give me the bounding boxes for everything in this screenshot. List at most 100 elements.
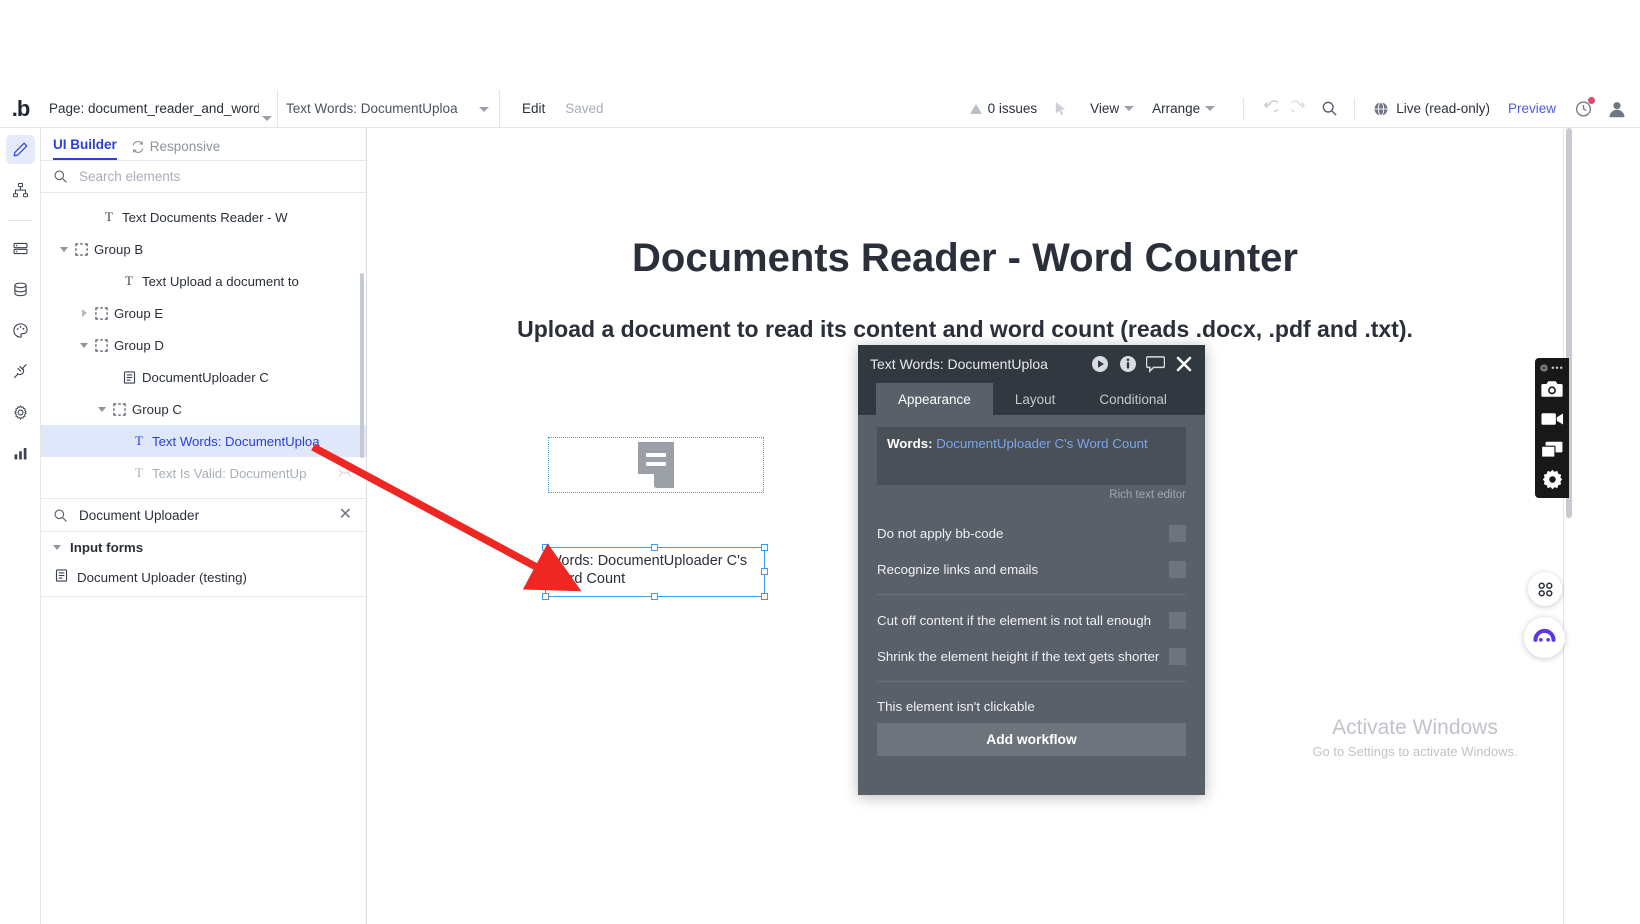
resize-handle-middle-left[interactable]: [542, 568, 549, 575]
info-icon[interactable]: [1118, 355, 1137, 374]
canvas-document-uploader[interactable]: [548, 437, 764, 493]
checkbox-cut-off-content[interactable]: [1169, 611, 1186, 629]
resize-handle-middle-right[interactable]: [761, 568, 768, 575]
undo-icon[interactable]: [1254, 94, 1284, 124]
chevron-down-icon: [1124, 106, 1135, 111]
tab-responsive[interactable]: Responsive: [131, 139, 220, 160]
checkbox-shrink-element-height[interactable]: [1169, 647, 1186, 665]
tree-item-text-words-documentuploader[interactable]: T Text Words: DocumentUploa: [41, 425, 366, 457]
tree-scrollbar[interactable]: [360, 273, 364, 458]
close-icon[interactable]: [1174, 355, 1193, 374]
chevron-down-icon[interactable]: [95, 406, 109, 412]
bubble-logo[interactable]: .b: [0, 90, 41, 128]
tree-item-text-upload-a-document[interactable]: T Text Upload a document to: [41, 265, 366, 297]
preview-button[interactable]: Preview: [1508, 101, 1556, 116]
canvas-vertical-scrollbar[interactable]: [1563, 128, 1573, 924]
issues-label: 0 issues: [987, 101, 1038, 116]
resize-handle-top-left[interactable]: [542, 544, 549, 551]
tree-item-text-is-valid[interactable]: T Text Is Valid: DocumentUp: [41, 457, 366, 489]
comment-icon[interactable]: [1146, 355, 1165, 374]
property-editor[interactable]: Text Words: DocumentUploa Appearance Lay…: [858, 345, 1205, 795]
tree-item-text-documents-reader[interactable]: T Text Documents Reader - W: [41, 201, 366, 233]
tree-item-group-b[interactable]: Group B: [41, 233, 366, 265]
text-element-icon: T: [135, 433, 143, 448]
rail-item-settings[interactable]: [6, 398, 35, 427]
tree-item-documentuploader-c[interactable]: DocumentUploader C: [41, 361, 366, 393]
window-capture-icon[interactable]: [1537, 434, 1567, 464]
canvas-selected-text-value: Words: DocumentUploader C's Word Count: [548, 553, 748, 587]
close-icon[interactable]: ✕: [337, 507, 354, 523]
palette-item-label: Document Uploader (testing): [77, 569, 247, 585]
globe-icon: [1374, 101, 1388, 116]
video-camera-icon[interactable]: [1537, 404, 1567, 434]
tab-ui-builder[interactable]: UI Builder: [53, 137, 117, 160]
palette-category-input-forms[interactable]: Input forms: [41, 532, 366, 562]
rail-item-styles[interactable]: [6, 316, 35, 345]
tab-appearance[interactable]: Appearance: [876, 383, 993, 415]
option-row-bb-code[interactable]: Do not apply bb-code: [877, 515, 1186, 551]
option-row-shrink-height[interactable]: Shrink the element height if the text ge…: [877, 638, 1186, 674]
hidden-element-icon[interactable]: [338, 466, 352, 481]
property-editor-header-icons: [1090, 355, 1193, 374]
rail-item-design[interactable]: [5, 135, 35, 164]
tab-conditional[interactable]: Conditional: [1077, 383, 1189, 415]
more-dots-icon[interactable]: •••: [1551, 363, 1563, 373]
edit-button[interactable]: Edit: [522, 101, 545, 116]
resize-handle-top-right[interactable]: [761, 544, 768, 551]
resize-handle-bottom-center[interactable]: [651, 593, 658, 600]
checkbox-do-not-apply-bb-code[interactable]: [1169, 524, 1186, 542]
screen-recorder-toolbar[interactable]: •••: [1535, 358, 1569, 498]
resize-handle-bottom-right[interactable]: [761, 593, 768, 600]
element-selector[interactable]: Text Words: DocumentUploa: [278, 89, 500, 128]
cursor-arrow-icon[interactable]: [1053, 101, 1068, 116]
play-icon[interactable]: [1090, 355, 1109, 374]
page-selector[interactable]: Page: document_reader_and_word_: [41, 89, 278, 128]
assistant-fab[interactable]: [1524, 617, 1565, 658]
rail-item-logs[interactable]: [6, 439, 35, 468]
tree-item-group-e[interactable]: Group E: [41, 297, 366, 329]
chevron-down-icon[interactable]: [57, 246, 71, 252]
tree-item-label: Text Documents Reader - W: [122, 209, 288, 225]
resize-handle-top-center[interactable]: [651, 544, 658, 551]
redo-icon[interactable]: [1284, 94, 1314, 124]
rich-text-editor-link[interactable]: Rich text editor: [877, 489, 1186, 501]
option-row-recognize-links[interactable]: Recognize links and emails: [877, 551, 1186, 587]
issues-button[interactable]: 0 issues: [969, 101, 1038, 116]
grid-apps-fab[interactable]: [1528, 572, 1562, 606]
rail-item-database[interactable]: [6, 275, 35, 304]
chevron-down-icon[interactable]: [77, 342, 91, 348]
search-elements-input[interactable]: [79, 169, 354, 184]
search-icon[interactable]: [1314, 94, 1344, 124]
arrange-menu[interactable]: Arrange: [1152, 101, 1216, 116]
tab-conditional-label: Conditional: [1099, 391, 1167, 407]
palette-search-input[interactable]: [79, 507, 326, 523]
canvas-subheading[interactable]: Upload a document to read its content an…: [367, 316, 1563, 343]
user-avatar-icon[interactable]: [1604, 96, 1630, 122]
gear-icon[interactable]: [1537, 464, 1567, 494]
live-version-selector[interactable]: Live (read-only): [1373, 101, 1490, 117]
rail-item-workflow[interactable]: [6, 176, 35, 205]
canvas-selected-text-element[interactable]: Words: DocumentUploader C's Word Count: [542, 544, 768, 600]
option-row-cut-off-content[interactable]: Cut off content if the element is not ta…: [877, 602, 1186, 638]
canvas-heading[interactable]: Documents Reader - Word Counter: [367, 236, 1563, 281]
rail-item-data[interactable]: [6, 234, 35, 263]
camera-icon[interactable]: [1537, 374, 1567, 404]
view-menu[interactable]: View: [1090, 101, 1135, 116]
tree-item-text-documentuploader-cs-a[interactable]: T Text DocumentUploader C's: [41, 489, 366, 498]
element-selector-label: Text Words: DocumentUploa: [286, 101, 458, 116]
palette-item-document-uploader[interactable]: Document Uploader (testing): [41, 562, 366, 592]
rail-item-plugins[interactable]: [6, 357, 35, 386]
chevron-right-icon[interactable]: [77, 309, 91, 317]
checkbox-recognize-links-and-emails[interactable]: [1169, 560, 1186, 578]
expression-dynamic-value[interactable]: DocumentUploader C's Word Count: [936, 436, 1147, 451]
add-workflow-button[interactable]: Add workflow: [877, 723, 1186, 756]
notifications-button[interactable]: [1570, 96, 1596, 122]
tree-item-label: Group D: [114, 337, 164, 353]
text-content-expression-field[interactable]: Words: DocumentUploader C's Word Count: [877, 427, 1186, 485]
tree-item-group-d[interactable]: Group D: [41, 329, 366, 361]
hidden-element-icon[interactable]: [338, 498, 352, 499]
tree-item-group-c[interactable]: Group C: [41, 393, 366, 425]
clickable-note: This element isn't clickable: [877, 699, 1035, 714]
resize-handle-bottom-left[interactable]: [542, 593, 549, 600]
tab-layout[interactable]: Layout: [993, 383, 1078, 415]
